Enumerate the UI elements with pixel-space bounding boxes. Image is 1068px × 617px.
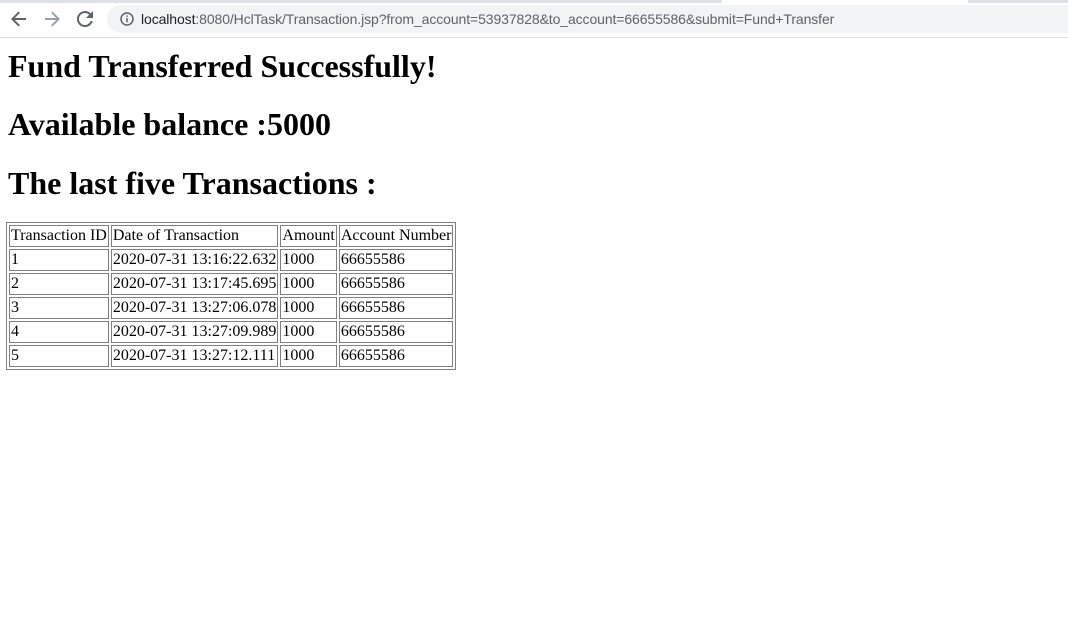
info-icon[interactable] [113,5,141,33]
transaction-date-cell: 2020-07-31 13:17:45.695 [110,273,279,295]
success-heading: Fund Transferred Successfully! [8,48,437,84]
account-number-cell: 66655586 [338,273,454,295]
column-header: Date of Transaction [110,225,279,247]
back-button[interactable] [8,8,30,30]
column-header: Account Number [338,225,454,247]
table-row: 2 2020-07-31 13:17:45.695 1000 66655586 [9,273,454,295]
amount-cell: 1000 [280,273,337,295]
reload-icon [77,11,93,27]
transaction-id-cell: 1 [9,249,109,271]
transaction-date-cell: 2020-07-31 13:27:09.989 [110,321,279,343]
forward-button[interactable] [41,8,63,30]
transactions-heading: The last five Transactions : [8,165,377,201]
column-header: Amount [280,225,337,247]
table-header-row: Transaction ID Date of Transaction Amoun… [9,225,454,247]
transactions-table: Transaction ID Date of Transaction Amoun… [6,222,457,370]
amount-cell: 1000 [280,249,337,271]
reload-button[interactable] [74,8,96,30]
amount-cell: 1000 [280,321,337,343]
back-arrow-icon [11,11,26,27]
url-host: localhost [141,11,196,27]
browser-toolbar: localhost:8080/HclTask/Transaction.jsp?f… [0,0,1068,38]
account-number-cell: 66655586 [338,321,454,343]
forward-arrow-icon [45,11,60,27]
address-bar[interactable]: localhost:8080/HclTask/Transaction.jsp?f… [107,5,1068,33]
balance-heading: Available balance :5000 [8,106,331,142]
table-row: 3 2020-07-31 13:27:06.078 1000 66655586 [9,297,454,319]
table-row: 5 2020-07-31 13:27:12.111 1000 66655586 [9,345,454,367]
transaction-id-cell: 3 [9,297,109,319]
column-header: Transaction ID [9,225,109,247]
amount-cell: 1000 [280,297,337,319]
transaction-date-cell: 2020-07-31 13:27:06.078 [110,297,279,319]
url-rest: :8080/HclTask/Transaction.jsp?from_accou… [195,11,835,27]
transaction-id-cell: 2 [9,273,109,295]
table-row: 4 2020-07-31 13:27:09.989 1000 66655586 [9,321,454,343]
account-number-cell: 66655586 [338,249,454,271]
url-text[interactable]: localhost:8080/HclTask/Transaction.jsp?f… [141,11,834,27]
page-content: Fund Transferred Successfully! Available… [0,48,1068,370]
amount-cell: 1000 [280,345,337,367]
transaction-date-cell: 2020-07-31 13:27:12.111 [110,345,279,367]
transaction-date-cell: 2020-07-31 13:16:22.632 [110,249,279,271]
account-number-cell: 66655586 [338,345,454,367]
table-row: 1 2020-07-31 13:16:22.632 1000 66655586 [9,249,454,271]
account-number-cell: 66655586 [338,297,454,319]
tab-strip-edge [0,0,1068,3]
transaction-id-cell: 5 [9,345,109,367]
transaction-id-cell: 4 [9,321,109,343]
